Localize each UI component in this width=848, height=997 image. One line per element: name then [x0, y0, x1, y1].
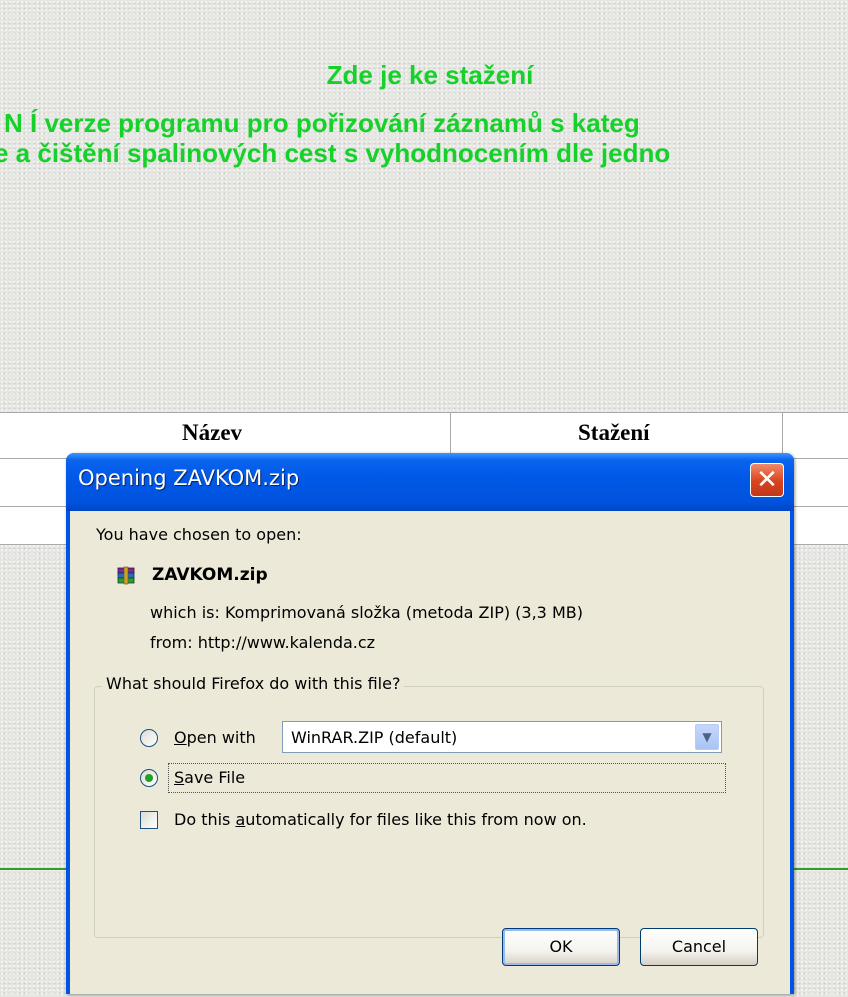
winrar-archive-icon: [117, 566, 135, 585]
open-with-label[interactable]: Open with: [174, 728, 256, 747]
column-header-nazev: Název: [182, 420, 243, 445]
save-file-radio[interactable]: [140, 769, 158, 787]
open-with-radio[interactable]: [140, 729, 158, 747]
dialog-body: You have chosen to open: ZAVKOM.zip whic…: [70, 511, 790, 994]
open-with-label-rest: pen with: [186, 728, 256, 747]
auto-label-before: Do this: [174, 810, 236, 829]
auto-action-checkbox[interactable]: [140, 811, 158, 829]
save-file-accel: S: [174, 768, 185, 787]
auto-label-accel: a: [235, 810, 246, 829]
open-with-app-select[interactable]: WinRAR.ZIP (default) ▼: [282, 721, 722, 753]
save-file-label-rest: ave File: [184, 768, 246, 787]
opening-file-dialog: Opening ZAVKOM.zip ✕ You have chosen to …: [66, 453, 794, 994]
table-column-divider: [450, 412, 451, 458]
open-with-app-value: WinRAR.ZIP (default): [291, 728, 458, 747]
green-divider-right: [794, 868, 848, 870]
close-icon[interactable]: ✕: [750, 463, 784, 497]
column-header-stazeni: Stažení: [578, 420, 650, 445]
dialog-titlebar[interactable]: Opening ZAVKOM.zip ✕: [66, 453, 794, 511]
filename: ZAVKOM.zip: [152, 565, 268, 585]
ok-button[interactable]: OK: [502, 928, 620, 966]
green-divider-left: [0, 868, 70, 870]
page-heading-line2: N Í verze programu pro pořizování záznam…: [4, 108, 640, 138]
table-border-top: [0, 412, 848, 413]
save-file-label[interactable]: Save File: [174, 768, 245, 787]
page-heading-line1: Zde je ke stažení: [326, 60, 534, 90]
chevron-down-icon[interactable]: ▼: [695, 724, 719, 750]
file-type-info: which is: Komprimovaná složka (metoda ZI…: [150, 603, 583, 622]
dialog-title: Opening ZAVKOM.zip: [78, 466, 300, 490]
auto-label-after: utomatically for files like this from no…: [245, 810, 587, 829]
open-with-accel: O: [174, 728, 187, 747]
file-source: from: http://www.kalenda.cz: [150, 633, 376, 652]
chosen-text: You have chosen to open:: [96, 525, 302, 544]
save-file-focus-rect: [168, 763, 726, 793]
page-heading-line3: e a čištění spalinových cest s vyhodnoce…: [0, 138, 671, 168]
group-label: What should Firefox do with this file?: [102, 674, 405, 693]
cancel-button[interactable]: Cancel: [640, 928, 758, 966]
auto-action-label[interactable]: Do this automatically for files like thi…: [174, 810, 587, 829]
